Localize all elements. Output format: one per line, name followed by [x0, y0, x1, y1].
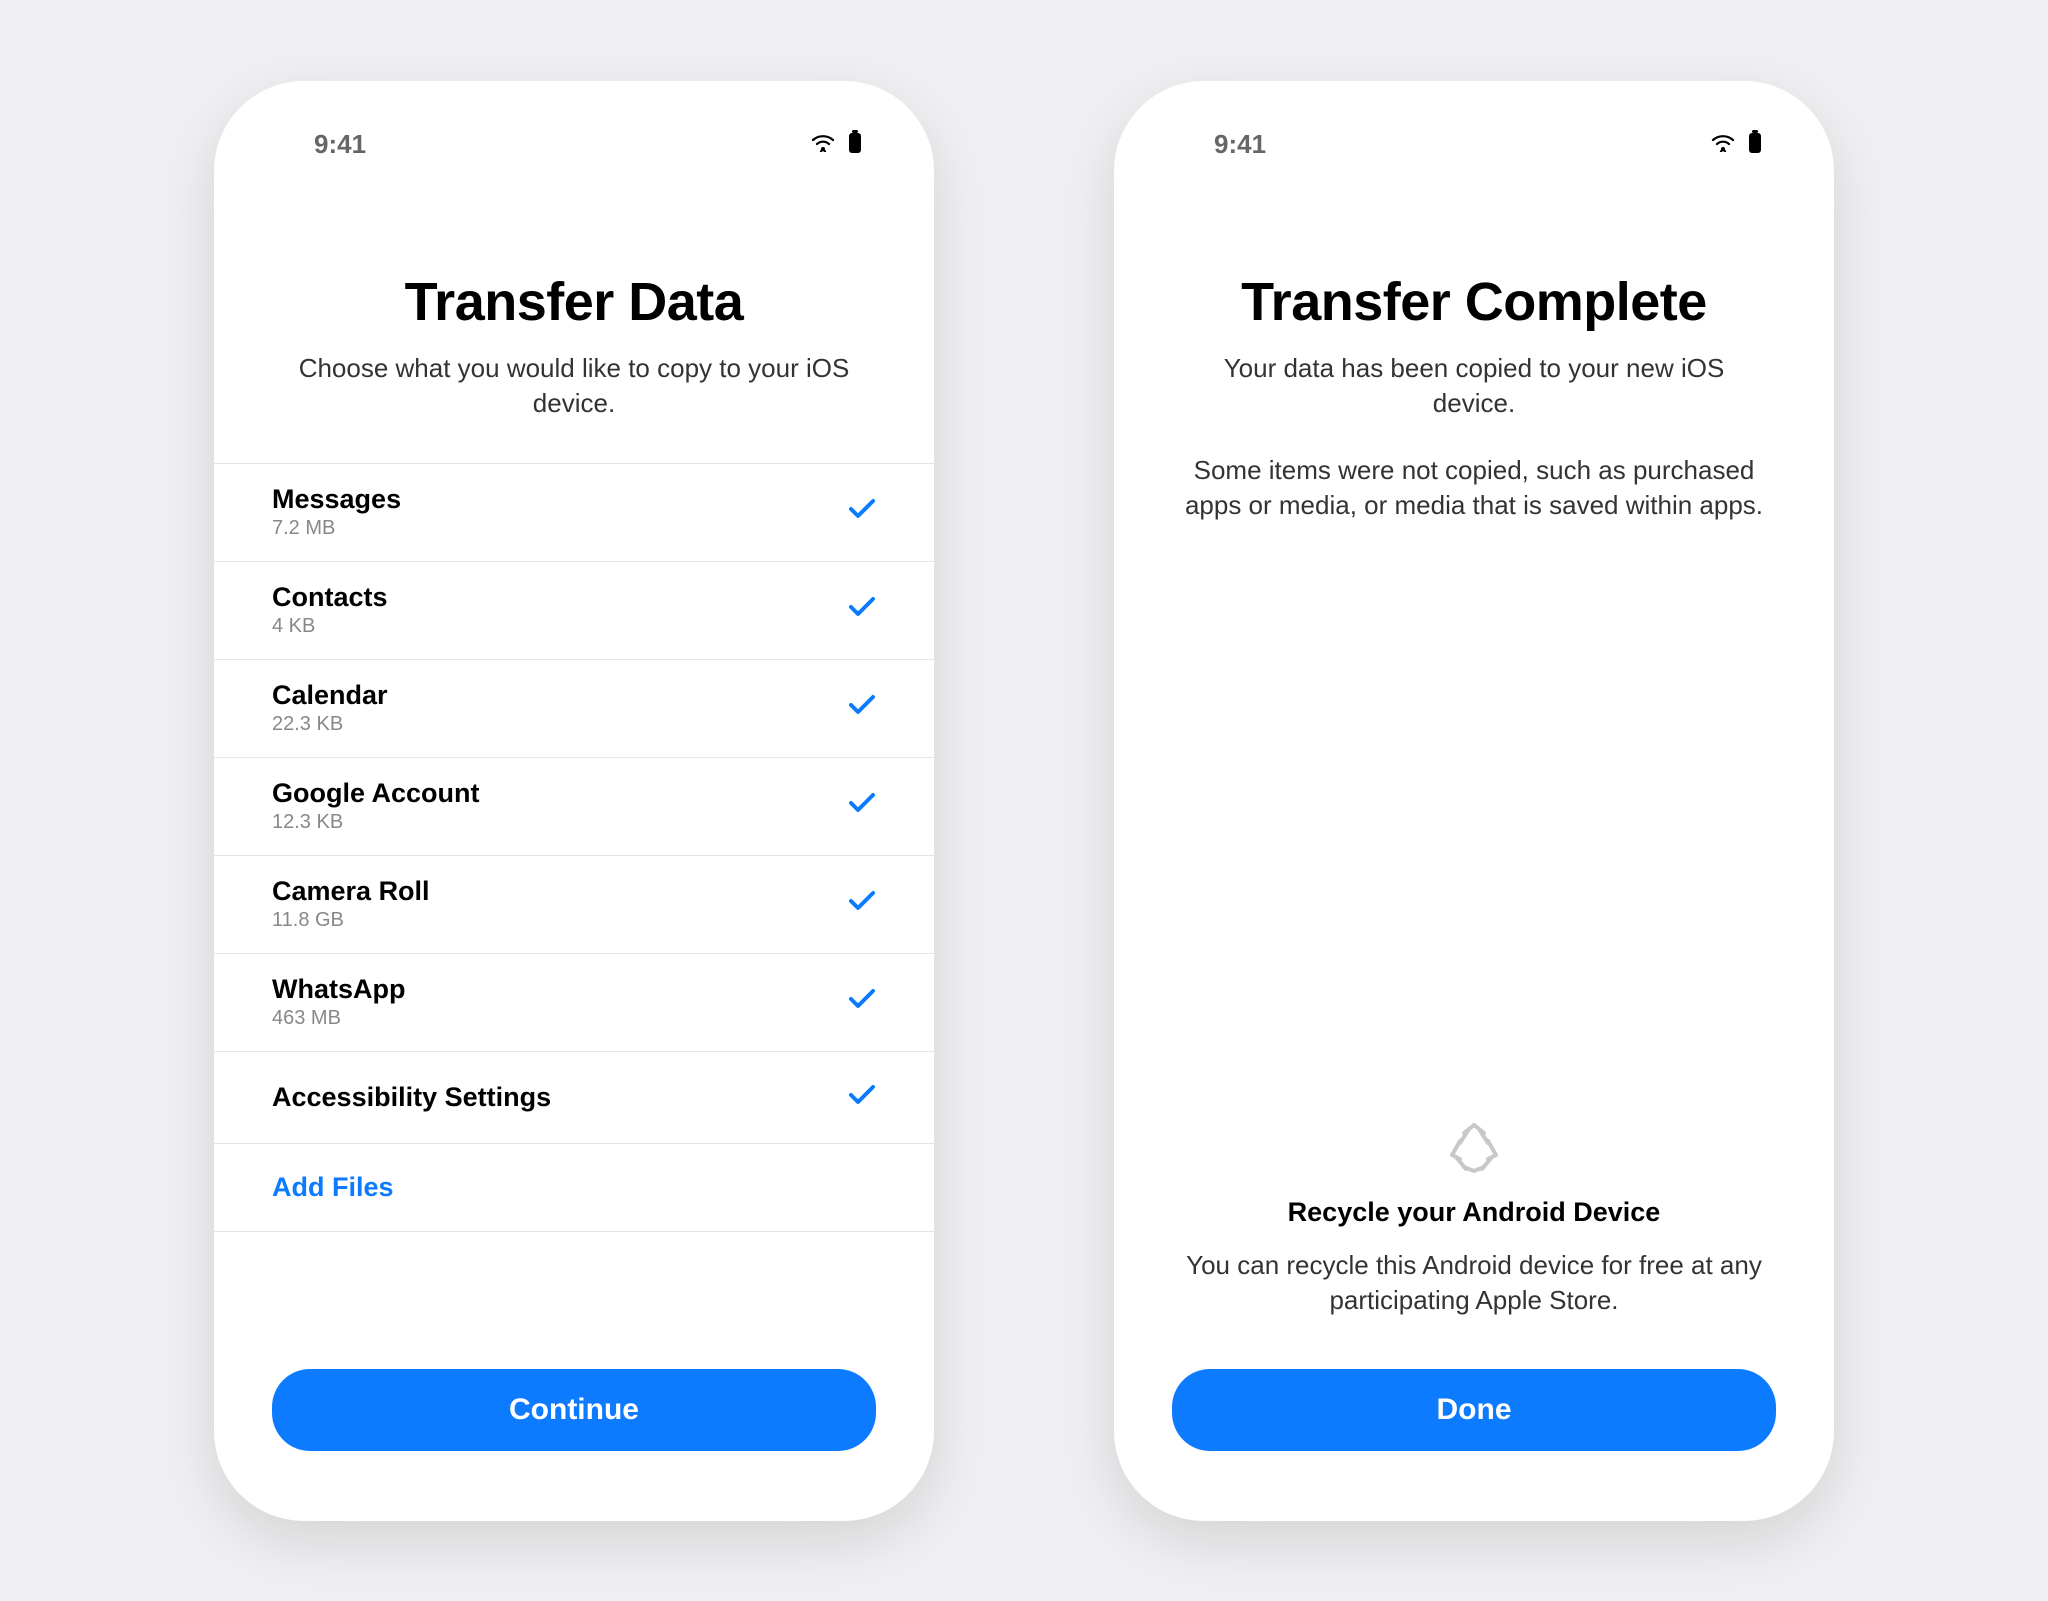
- list-item-label: WhatsApp: [272, 974, 405, 1005]
- checkmark-icon: [848, 1084, 876, 1111]
- add-files-row[interactable]: Add Files: [214, 1144, 934, 1232]
- phone-screen-transfer-data: 9:41 Transfer Data Choose what you would…: [214, 81, 934, 1521]
- recycle-section: Recycle your Android Device You can recy…: [1114, 1121, 1834, 1348]
- list-item-accessibility[interactable]: Accessibility Settings: [214, 1052, 934, 1144]
- done-button[interactable]: Done: [1172, 1369, 1776, 1451]
- list-item-calendar[interactable]: Calendar 22.3 KB: [214, 660, 934, 758]
- page-subtitle: Choose what you would like to copy to yo…: [264, 351, 884, 421]
- status-time: 9:41: [314, 129, 366, 160]
- checkmark-icon: [848, 988, 876, 1015]
- battery-icon: [846, 129, 864, 160]
- recycle-title: Recycle your Android Device: [1164, 1197, 1784, 1228]
- list-item-google-account[interactable]: Google Account 12.3 KB: [214, 758, 934, 856]
- list-item-size: 4 KB: [272, 615, 388, 638]
- battery-icon: [1746, 129, 1764, 160]
- phone-screen-transfer-complete: 9:41 Transfer Complete Your data has bee…: [1114, 81, 1834, 1521]
- spacer: [1114, 565, 1834, 1121]
- checkmark-icon: [848, 792, 876, 819]
- list-item-messages[interactable]: Messages 7.2 MB: [214, 464, 934, 562]
- page-subtitle: Your data has been copied to your new iO…: [1164, 351, 1784, 421]
- continue-button[interactable]: Continue: [272, 1369, 876, 1451]
- list-item-label: Accessibility Settings: [272, 1082, 551, 1113]
- list-item-label: Calendar: [272, 680, 388, 711]
- add-files-link: Add Files: [272, 1172, 394, 1202]
- list-item-camera-roll[interactable]: Camera Roll 11.8 GB: [214, 856, 934, 954]
- spacer: [214, 1232, 934, 1349]
- checkmark-icon: [848, 694, 876, 721]
- page-title: Transfer Complete: [1164, 271, 1784, 333]
- status-time: 9:41: [1214, 129, 1266, 160]
- page-header: Transfer Complete Your data has been cop…: [1114, 171, 1834, 565]
- page-subtitle-secondary: Some items were not copied, such as purc…: [1164, 453, 1784, 523]
- checkmark-icon: [848, 596, 876, 623]
- list-item-label: Messages: [272, 484, 401, 515]
- status-bar: 9:41: [214, 81, 934, 171]
- status-icons: [810, 129, 864, 160]
- checkmark-icon: [848, 890, 876, 917]
- list-item-contacts[interactable]: Contacts 4 KB: [214, 562, 934, 660]
- recycle-text: You can recycle this Android device for …: [1164, 1248, 1784, 1318]
- list-item-size: 11.8 GB: [272, 909, 430, 932]
- status-bar: 9:41: [1114, 81, 1834, 171]
- list-item-whatsapp[interactable]: WhatsApp 463 MB: [214, 954, 934, 1052]
- list-item-label: Contacts: [272, 582, 388, 613]
- page-title: Transfer Data: [264, 271, 884, 333]
- checkmark-icon: [848, 498, 876, 525]
- list-item-size: 7.2 MB: [272, 517, 401, 540]
- list-item-size: 463 MB: [272, 1007, 405, 1030]
- list-item-label: Google Account: [272, 778, 480, 809]
- page-header: Transfer Data Choose what you would like…: [214, 171, 934, 463]
- list-item-size: 22.3 KB: [272, 713, 388, 736]
- button-container: Continue: [214, 1349, 934, 1521]
- content-area: Transfer Complete Your data has been cop…: [1114, 171, 1834, 1521]
- list-item-label: Camera Roll: [272, 876, 430, 907]
- button-container: Done: [1114, 1349, 1834, 1521]
- wifi-icon: [1710, 132, 1736, 157]
- list-item-size: 12.3 KB: [272, 811, 480, 834]
- wifi-icon: [810, 132, 836, 157]
- recycle-icon: [1164, 1121, 1784, 1177]
- status-icons: [1710, 129, 1764, 160]
- data-type-list: Messages 7.2 MB Contacts 4 KB Calend: [214, 463, 934, 1232]
- content-area: Transfer Data Choose what you would like…: [214, 171, 934, 1521]
